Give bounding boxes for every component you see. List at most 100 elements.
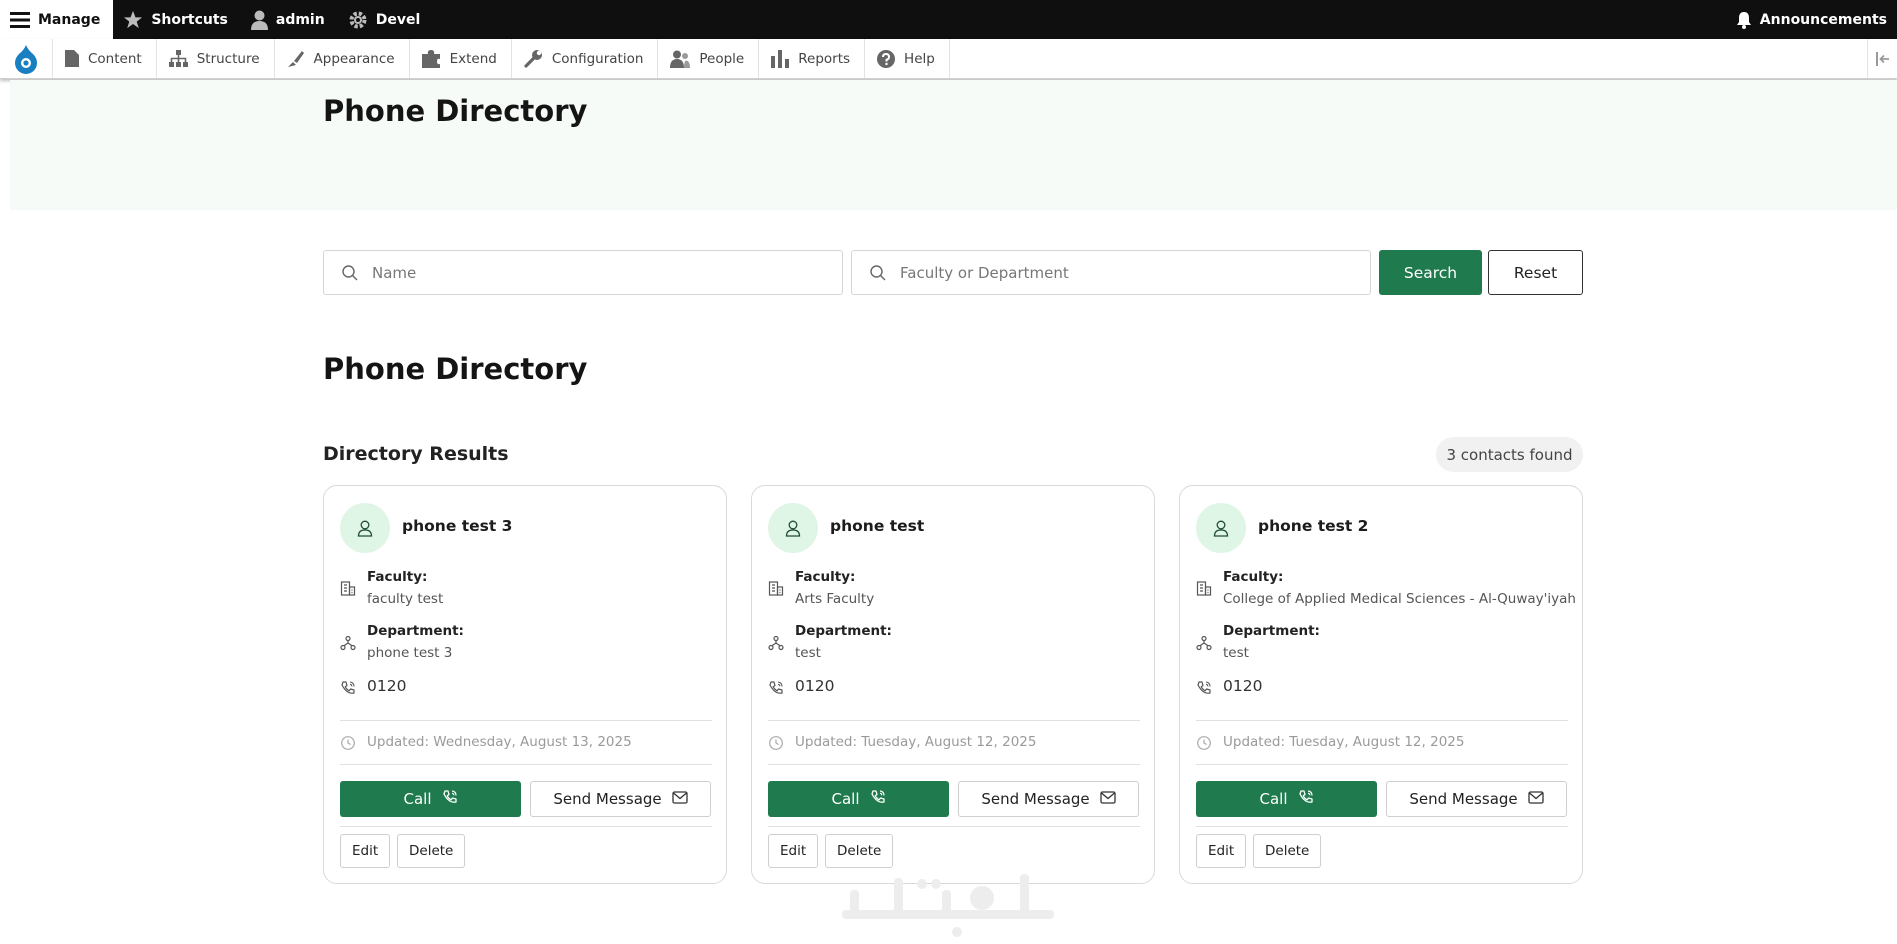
contact-name: phone test: [830, 517, 925, 535]
department-label: Department:: [367, 623, 464, 639]
envelope-icon: [1099, 790, 1116, 808]
edit-button[interactable]: Edit: [340, 834, 391, 868]
tray-content-label: Content: [88, 50, 142, 67]
department-value: test: [795, 645, 821, 661]
toolbar-announcements[interactable]: Announcements: [1726, 0, 1897, 39]
user-icon: [250, 10, 268, 30]
faculty-search-field[interactable]: [851, 250, 1371, 295]
updated-date: Updated: Wednesday, August 13, 2025: [367, 734, 632, 750]
hamburger-icon: [10, 11, 30, 28]
help-icon: [877, 49, 896, 68]
gear-icon: [349, 11, 367, 28]
contact-card: phone test Faculty: Arts Faculty Departm…: [751, 485, 1155, 884]
file-icon: [65, 50, 79, 67]
tray-structure[interactable]: Structure: [157, 39, 275, 78]
delete-button[interactable]: Delete: [397, 834, 466, 868]
toolbar-manage-label: Manage: [38, 11, 101, 28]
tray-content[interactable]: Content: [53, 39, 157, 78]
phone-number: 0120: [367, 677, 407, 695]
drupal-logo-icon[interactable]: [0, 39, 53, 78]
contact-card: phone test 2 Faculty: College of Applied…: [1179, 485, 1583, 884]
sitemap-icon: [168, 50, 188, 67]
delete-button[interactable]: Delete: [1253, 834, 1322, 868]
contact-card: phone test 3 Faculty: faculty test Depar…: [323, 485, 727, 884]
building-icon: [1196, 580, 1212, 600]
page-header-band: [10, 80, 1897, 210]
department-value: phone test 3: [367, 645, 453, 661]
tray-help-label: Help: [904, 50, 935, 67]
hierarchy-icon: [1196, 635, 1212, 655]
tray-extend-label: Extend: [449, 50, 497, 67]
tray-people[interactable]: People: [658, 39, 760, 78]
tray-help[interactable]: Help: [865, 39, 950, 78]
faculty-label: Faculty:: [795, 569, 856, 585]
call-label: Call: [403, 790, 432, 808]
toolbar-shortcuts-label: Shortcuts: [151, 11, 228, 28]
call-label: Call: [831, 790, 860, 808]
divider: [1196, 764, 1568, 765]
toolbar-tray: Content Structure Appearance Extend Conf…: [0, 39, 1897, 79]
divider: [768, 764, 1140, 765]
call-button[interactable]: Call: [340, 781, 521, 817]
admin-toolbar: Manage Shortcuts admin Devel Announcemen…: [0, 0, 1897, 39]
call-label: Call: [1259, 790, 1288, 808]
results-heading: Directory Results: [323, 443, 509, 465]
phone-icon: [1298, 789, 1314, 809]
tray-reports-label: Reports: [798, 50, 851, 67]
toolbar-shortcuts[interactable]: Shortcuts: [113, 0, 241, 39]
faculty-value: Arts Faculty: [795, 591, 875, 607]
department-label: Department:: [1223, 623, 1320, 639]
tray-structure-label: Structure: [196, 50, 260, 67]
phone-number: 0120: [1223, 677, 1263, 695]
divider: [1196, 720, 1568, 721]
send-message-label: Send Message: [981, 790, 1090, 808]
toolbar-devel[interactable]: Devel: [338, 0, 434, 39]
clock-icon: [1196, 735, 1212, 755]
search-icon: [870, 264, 886, 280]
updated-date: Updated: Tuesday, August 12, 2025: [795, 734, 1037, 750]
send-message-button[interactable]: Send Message: [958, 781, 1139, 817]
person-icon: [340, 503, 390, 553]
search-icon: [342, 264, 358, 280]
tray-appearance[interactable]: Appearance: [275, 39, 410, 78]
send-message-label: Send Message: [553, 790, 662, 808]
divider: [768, 826, 1140, 827]
bell-icon: [1736, 11, 1751, 29]
envelope-icon: [1527, 790, 1544, 808]
phone-icon: [768, 680, 784, 700]
edit-button[interactable]: Edit: [768, 834, 819, 868]
send-message-button[interactable]: Send Message: [1386, 781, 1567, 817]
faculty-search-input[interactable]: [900, 263, 1300, 282]
results-count-badge: 3 contacts found: [1436, 437, 1583, 472]
search-button[interactable]: Search: [1379, 250, 1482, 295]
toolbar-user-label: admin: [275, 11, 325, 28]
faculty-label: Faculty:: [367, 569, 428, 585]
toolbar-user[interactable]: admin: [241, 0, 338, 39]
watermark-logo: [842, 874, 1054, 937]
tray-reports[interactable]: Reports: [759, 39, 866, 78]
tray-extend[interactable]: Extend: [410, 39, 512, 78]
people-icon: [670, 50, 691, 68]
phone-icon: [340, 680, 356, 700]
tray-appearance-label: Appearance: [313, 50, 395, 67]
puzzle-icon: [421, 49, 440, 68]
page-title: Phone Directory: [323, 94, 588, 128]
phone-icon: [1196, 680, 1212, 700]
bar-chart-icon: [771, 49, 790, 68]
tray-configuration-label: Configuration: [551, 50, 644, 67]
toolbar-manage[interactable]: Manage: [0, 0, 114, 39]
department-value: test: [1223, 645, 1249, 661]
tray-configuration[interactable]: Configuration: [512, 39, 659, 78]
name-search-input[interactable]: [372, 263, 772, 282]
phone-icon: [442, 789, 458, 809]
reset-button[interactable]: Reset: [1488, 250, 1583, 295]
clock-icon: [340, 735, 356, 755]
building-icon: [340, 580, 356, 600]
collapse-tray-icon[interactable]: [1867, 39, 1897, 78]
name-search-field[interactable]: [323, 250, 843, 295]
send-message-button[interactable]: Send Message: [530, 781, 711, 817]
delete-button[interactable]: Delete: [825, 834, 894, 868]
call-button[interactable]: Call: [768, 781, 949, 817]
edit-button[interactable]: Edit: [1196, 834, 1247, 868]
call-button[interactable]: Call: [1196, 781, 1377, 817]
